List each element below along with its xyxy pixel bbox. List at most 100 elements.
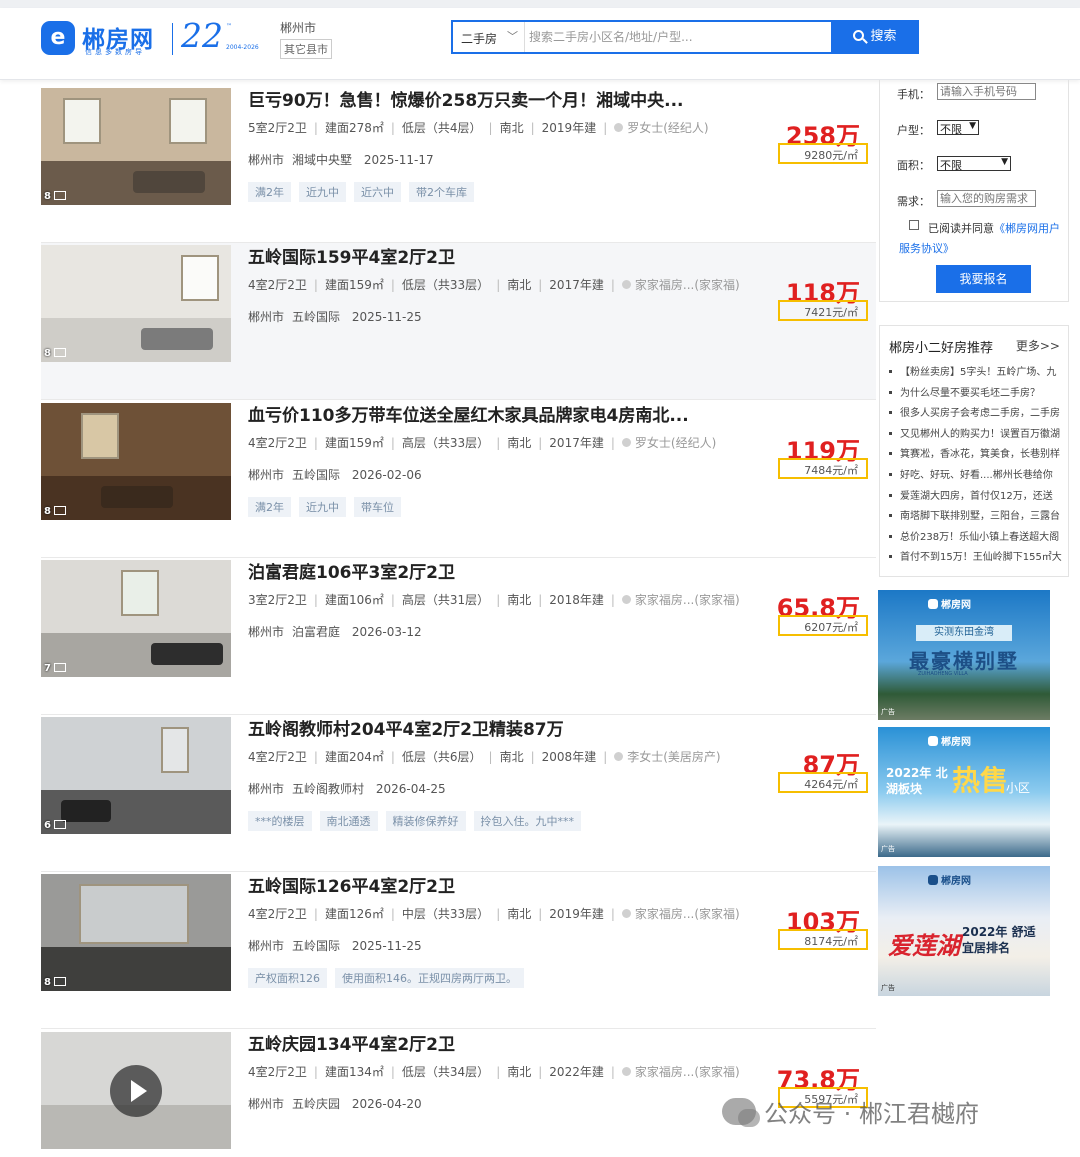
- chevron-down-icon[interactable]: ﹀: [507, 28, 518, 44]
- unit-price: 6207元/㎡: [778, 615, 868, 636]
- listing-card[interactable]: 7 泊富君庭106平3室2厅2卫 3室2厅2卫 | 建面106㎡ | 高层（共31层） |…: [41, 558, 876, 715]
- anniversary-years: 2004-2026: [226, 44, 259, 51]
- listing-meta: 3室2厅2卫 | 建面106㎡ | 高层（共31层） | 南北 | 2018年建 | 家家福房...…: [248, 593, 740, 607]
- listing-photo[interactable]: 8: [41, 403, 231, 520]
- chevron-down-icon: ▼: [969, 121, 976, 131]
- listing-video[interactable]: [41, 1032, 231, 1149]
- ad-label: 广告: [881, 984, 895, 992]
- listing-tags: 产权面积126 使用面积146。正规四房两厅两卫。: [248, 967, 532, 988]
- rec-item[interactable]: 总价238万！乐仙小镇上春送超大阁: [880, 528, 1070, 549]
- listing-title[interactable]: 血亏价110多万带车位送全屋红木家具品牌家电4房南北...: [248, 401, 689, 426]
- listing-meta: 5室2厅2卫 | 建面278㎡ | 低层（共4层） | 南北 | 2019年建 | 罗女士(经纪人): [248, 121, 709, 135]
- image-icon: [53, 820, 66, 829]
- tag: 带车位: [354, 497, 401, 517]
- rec-item[interactable]: 为什么尽量不要买毛坯二手房？: [880, 384, 1070, 405]
- logo-icon: [928, 736, 938, 746]
- type-select[interactable]: 不限 ▼: [937, 120, 979, 136]
- listing-location: 郴州市 五岭国际 2025-11-25: [248, 939, 422, 953]
- tag: 近九中: [299, 182, 346, 202]
- tag: 南北通透: [319, 811, 378, 831]
- image-icon: [53, 191, 66, 200]
- logo-divider: [172, 23, 173, 55]
- search-input[interactable]: [529, 25, 829, 49]
- listing-card[interactable]: 6 五岭阁教师村204平4室2厅2卫精装87万 4室2厅2卫 | 建面204㎡ | 低层…: [41, 715, 876, 872]
- listing-tags: ***的楼层 南北通透 精装修保养好 拎包入住。九中***: [248, 810, 589, 831]
- listing-title[interactable]: 巨亏90万！急售！惊爆价258万只卖一个月！湘域中央...: [248, 86, 684, 111]
- logo-icon[interactable]: e: [41, 21, 75, 55]
- signup-button[interactable]: 我要报名: [936, 265, 1031, 293]
- listing-photo[interactable]: 6: [41, 717, 231, 834]
- listing-location: 郴州市 五岭阁教师村 2026-04-25: [248, 782, 446, 796]
- ad-banner[interactable]: 郴房网 实测东田金湾 最豪横别墅 ZUIHAOHENG VILLA 广告: [878, 590, 1050, 720]
- play-icon[interactable]: [110, 1065, 162, 1117]
- logo-icon: [928, 875, 938, 885]
- search-type-select[interactable]: 二手房: [461, 30, 497, 47]
- ad-title: 热售: [952, 764, 1009, 797]
- rec-item[interactable]: 好吃、好玩、好看....郴州长巷给你: [880, 466, 1070, 487]
- listing-tags: 满2年 近九中 带车位: [248, 496, 409, 517]
- top-strip: [0, 0, 1080, 8]
- need-label: 需求：: [897, 195, 930, 208]
- ad-headline: 实测东田金湾: [916, 625, 1012, 641]
- listing-title[interactable]: 五岭庆园134平4室2厅2卫: [248, 1030, 455, 1055]
- rec-item[interactable]: 【粉丝卖房】5字头！五岭广场、九: [880, 363, 1070, 384]
- rec-item[interactable]: 很多人买房子会考虑二手房，二手房: [880, 404, 1070, 425]
- image-icon: [53, 977, 66, 986]
- listing-photo[interactable]: 8: [41, 245, 231, 362]
- agent-icon: [621, 909, 631, 918]
- logo-icon: [928, 599, 938, 609]
- unit-price: 7421元/㎡: [778, 300, 868, 321]
- tag: 拎包入住。九中***: [473, 811, 581, 831]
- listing-location: 郴州市 泊富君庭 2026-03-12: [248, 625, 422, 639]
- listing-card[interactable]: 8 五岭国际159平4室2厅2卫 4室2厅2卫 | 建面159㎡ | 低层（共33层） |…: [41, 243, 876, 400]
- search-button-label: 搜索: [870, 29, 897, 44]
- rec-item[interactable]: 箕赛凇，香冰花，箕美食，长巷别样: [880, 445, 1070, 466]
- ad-title: 最豪横别墅: [909, 649, 1019, 673]
- agree-text: 已阅读并同意《郴房网用户服务协议》: [899, 222, 1060, 255]
- ad-banner[interactable]: 郴房网 爱莲湖 2022年 舒适宜居排名 广告: [878, 866, 1050, 996]
- listing-meta: 4室2厅2卫 | 建面159㎡ | 高层（共33层） | 南北 | 2017年建 | 罗女士(经纪人…: [248, 436, 717, 450]
- listing-title[interactable]: 五岭国际159平4室2厅2卫: [248, 243, 455, 268]
- recs-list: 【粉丝卖房】5字头！五岭广场、九 为什么尽量不要买毛坯二手房？ 很多人买房子会考…: [880, 363, 1070, 569]
- tag: 近六中: [354, 182, 401, 202]
- tag: 产权面积126: [248, 968, 327, 988]
- site-header: e 郴房网 信息多数房导 22 ™ 2004-2026 郴州市 其它县市 二手房…: [0, 8, 1080, 80]
- listing-title[interactable]: 五岭阁教师村204平4室2厅2卫精装87万: [248, 715, 564, 740]
- photo-count: 7: [44, 663, 66, 674]
- signup-form: 手机： 户型： 不限▼ 面积： 不限▼ 需求： 已阅读并同意《郴房网用户服务协议…: [879, 80, 1069, 302]
- listing-title[interactable]: 五岭国际126平4室2厅2卫: [248, 872, 455, 897]
- listing-title[interactable]: 泊富君庭106平3室2厅2卫: [248, 558, 455, 583]
- chevron-down-icon: ▼: [1001, 157, 1008, 167]
- ad-title: 2022年 舒适宜居排名: [962, 925, 1036, 955]
- rec-item[interactable]: 首付不到15万！王仙岭脚下155㎡大: [880, 548, 1070, 569]
- listing-location: 郴州市 湘域中央墅 2025-11-17: [248, 153, 434, 167]
- listing-card[interactable]: 8 巨亏90万！急售！惊爆价258万只卖一个月！湘域中央... 5室2厅2卫 | 建…: [41, 86, 876, 243]
- area-select[interactable]: 不限 ▼: [937, 156, 1011, 172]
- search-box: 二手房 ﹀ 搜索: [451, 20, 919, 54]
- ad-banner[interactable]: 郴房网 2022年 北湖板块 热售 小区 广告: [878, 727, 1050, 857]
- listing-meta: 4室2厅2卫 | 建面126㎡ | 中层（共33层） | 南北 | 2019年建 | 家家福房...…: [248, 907, 740, 921]
- listing-photo[interactable]: 7: [41, 560, 231, 677]
- listing-meta: 4室2厅2卫 | 建面159㎡ | 低层（共33层） | 南北 | 2017年建 | 家家福房...…: [248, 278, 740, 292]
- tag: 使用面积146。正规四房两厅两卫。: [335, 968, 524, 988]
- agent-icon: [621, 438, 631, 447]
- rec-item[interactable]: 又见郴州人的购买力！误置百万徽湖: [880, 425, 1070, 446]
- rec-item[interactable]: 南塔脚下联排别墅，三阳台，三露台: [880, 507, 1070, 528]
- phone-input[interactable]: [937, 83, 1036, 100]
- type-label: 户型：: [897, 124, 930, 137]
- listing-card[interactable]: 8 血亏价110多万带车位送全屋红木家具品牌家电4房南北... 4室2厅2卫 | 建…: [41, 401, 876, 558]
- listing-photo[interactable]: 8: [41, 874, 231, 991]
- other-cities-button[interactable]: 其它县市: [280, 39, 332, 59]
- listing-photo[interactable]: 8: [41, 88, 231, 205]
- search-button[interactable]: 搜索: [831, 20, 919, 54]
- photo-count: 6: [44, 820, 66, 831]
- current-city: 郴州市: [280, 21, 317, 35]
- recs-more-link[interactable]: 更多>>: [1016, 337, 1060, 354]
- rec-item[interactable]: 爱莲湖大四房，首付仅12万，还送: [880, 487, 1070, 508]
- listing-meta: 4室2厅2卫 | 建面204㎡ | 低层（共6层） | 南北 | 2008年建 | 李女士(美居房产…: [248, 750, 721, 764]
- ad-label: 广告: [881, 845, 895, 853]
- listing-card[interactable]: 8 五岭国际126平4室2厅2卫 4室2厅2卫 | 建面126㎡ | 中层（共33层） |…: [41, 872, 876, 1029]
- ad-subtitle: ZUIHAOHENG VILLA: [918, 671, 968, 677]
- area-label: 面积：: [897, 159, 930, 172]
- need-input[interactable]: [937, 190, 1036, 207]
